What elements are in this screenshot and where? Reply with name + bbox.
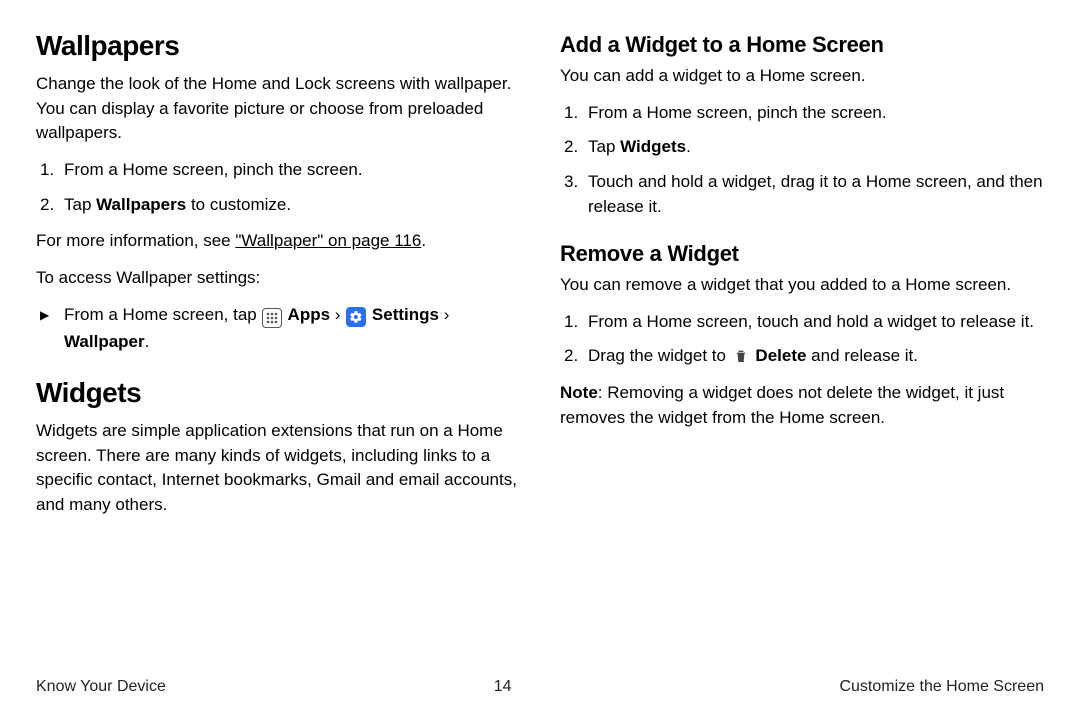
add-step-1: From a Home screen, pinch the screen.	[560, 101, 1044, 126]
add-widget-steps: From a Home screen, pinch the screen. Ta…	[560, 101, 1044, 220]
add-widget-heading: Add a Widget to a Home Screen	[560, 32, 1044, 58]
wallpapers-nav-path: From a Home screen, tap Apps › Settings …	[36, 302, 520, 355]
widgets-heading: Widgets	[36, 377, 520, 409]
wallpapers-access: To access Wallpaper settings:	[36, 266, 520, 291]
remove-widget-steps: From a Home screen, touch and hold a wid…	[560, 310, 1044, 369]
apps-icon	[262, 308, 282, 328]
delete-bold: Delete	[751, 346, 807, 365]
page-footer: Know Your Device 14 Customize the Home S…	[0, 678, 1080, 696]
wallpapers-bold: Wallpapers	[96, 195, 186, 214]
more-pre: For more information, see	[36, 231, 235, 250]
right-column: Add a Widget to a Home Screen You can ad…	[560, 30, 1044, 530]
remove-widget-intro: You can remove a widget that you added t…	[560, 273, 1044, 298]
wallpapers-step-1: From a Home screen, pinch the screen.	[36, 158, 520, 183]
wallpapers-step-2: Tap Wallpapers to customize.	[36, 193, 520, 218]
wallpaper-page-link[interactable]: "Wallpaper" on page 116	[235, 231, 421, 250]
wallpapers-steps: From a Home screen, pinch the screen. Ta…	[36, 158, 520, 217]
chevron: ›	[335, 305, 345, 324]
step-text: Tap	[588, 137, 620, 156]
step-text-post: to customize.	[186, 195, 291, 214]
remove-step-2: Drag the widget to Delete and release it…	[560, 344, 1044, 369]
step-text-post: and release it.	[806, 346, 918, 365]
remove-widget-note: Note: Removing a widget does not delete …	[560, 381, 1044, 430]
chevron: ›	[439, 305, 449, 324]
wallpapers-intro: Change the look of the Home and Lock scr…	[36, 72, 520, 146]
settings-label: Settings	[367, 305, 439, 324]
add-widget-intro: You can add a widget to a Home screen.	[560, 64, 1044, 89]
widgets-bold: Widgets	[620, 137, 686, 156]
note-body: : Removing a widget does not delete the …	[560, 383, 1004, 427]
wallpapers-heading: Wallpapers	[36, 30, 520, 62]
add-step-3: Touch and hold a widget, drag it to a Ho…	[560, 170, 1044, 219]
left-column: Wallpapers Change the look of the Home a…	[36, 30, 520, 530]
wallpaper-label: Wallpaper	[64, 332, 145, 351]
wallpapers-more-info: For more information, see "Wallpaper" on…	[36, 229, 520, 254]
more-post: .	[421, 231, 426, 250]
footer-right: Customize the Home Screen	[839, 678, 1044, 696]
remove-step-1: From a Home screen, touch and hold a wid…	[560, 310, 1044, 335]
step-text-post: .	[686, 137, 691, 156]
page-body: Wallpapers Change the look of the Home a…	[0, 0, 1080, 530]
delete-icon	[732, 347, 750, 365]
path-pre: From a Home screen, tap	[64, 305, 261, 324]
path-dot: .	[145, 332, 150, 351]
remove-widget-heading: Remove a Widget	[560, 241, 1044, 267]
add-step-2: Tap Widgets.	[560, 135, 1044, 160]
settings-icon	[346, 307, 366, 327]
widgets-intro: Widgets are simple application extension…	[36, 419, 520, 518]
step-text: Tap	[64, 195, 96, 214]
note-label: Note	[560, 383, 598, 402]
step-text: Drag the widget to	[588, 346, 731, 365]
footer-left: Know Your Device	[36, 678, 166, 696]
footer-page-number: 14	[494, 678, 512, 696]
apps-label: Apps	[283, 305, 334, 324]
